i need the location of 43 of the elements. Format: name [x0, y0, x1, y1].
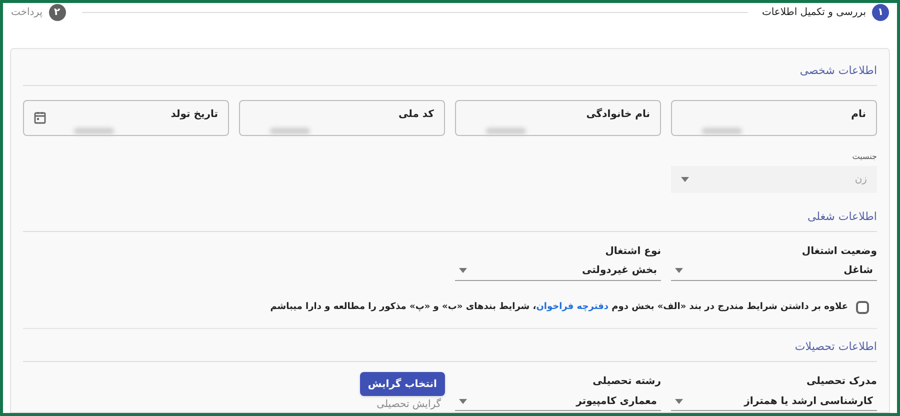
input-field[interactable]: نام — [671, 100, 877, 136]
select-value: معماری کامپیوتر — [576, 394, 657, 408]
section-title: اطلاعات تحصیلات — [794, 340, 877, 353]
field-label: نام خانوادگی — [585, 107, 650, 122]
dropdown-caret-icon — [675, 398, 683, 404]
field-label: کد ملی — [398, 108, 434, 122]
select-field[interactable]: معماری کامپیوتر — [455, 392, 661, 411]
step-label[interactable]: پرداخت — [11, 5, 43, 20]
dropdown-caret-icon — [459, 268, 467, 273]
dropdown-caret-icon — [459, 398, 467, 404]
redacted-value — [270, 128, 310, 134]
agreement-checkbox[interactable] — [856, 300, 869, 314]
section-title: اطلاعات شخصی — [800, 64, 877, 76]
dropdown-caret-icon — [675, 268, 683, 273]
input-field[interactable]: نام خانوادگی — [455, 100, 661, 136]
redacted-value — [702, 128, 742, 134]
step-number: ۱ — [872, 4, 889, 22]
field-label: تاریخ تولد — [170, 108, 218, 122]
field-label: جنسیت — [851, 152, 877, 162]
redacted-value — [486, 128, 526, 134]
select-field[interactable]: کارشناسی ارشد یا همتراز — [671, 392, 877, 411]
select-value: زن — [854, 172, 867, 186]
select-specialty-button[interactable]: انتخاب گرایش — [360, 372, 445, 396]
input-field[interactable]: کد ملی — [239, 100, 445, 136]
step-label[interactable]: بررسی و تکمیل اطلاعات — [762, 5, 866, 20]
select-field[interactable]: شاغل — [671, 262, 877, 280]
calendar-icon[interactable] — [34, 110, 46, 124]
field-label: مدرک تحصیلی — [805, 376, 877, 388]
input-field[interactable]: تاریخ تولد — [23, 100, 229, 136]
agreement-text: علاوه بر داشتن شرایط مندرج در بند «الف» بخش دوم دفترچه فراخوان، شرایط بندهای «ب» و «پ» مذکور را مطالعه و دارا میباشم — [270, 300, 848, 314]
field-label: نام — [850, 108, 866, 122]
field-label: نوع اشتغال — [604, 246, 661, 258]
section-title: اطلاعات شغلی — [808, 210, 877, 222]
redacted-value — [74, 128, 114, 134]
field-label: رشته تحصیلی — [592, 376, 661, 388]
select-value: بخش غیردولتی — [582, 264, 657, 278]
select-value: شاغل — [844, 264, 873, 278]
field-label: وضعیت اشتغال — [800, 246, 877, 258]
select-value: کارشناسی ارشد یا همتراز — [744, 394, 873, 408]
select-field[interactable]: بخش غیردولتی — [455, 262, 661, 280]
step-number: ۲ — [48, 4, 66, 22]
booklet-link[interactable]: دفترچه فراخوان — [536, 302, 609, 312]
dropdown-caret-icon — [681, 176, 689, 182]
